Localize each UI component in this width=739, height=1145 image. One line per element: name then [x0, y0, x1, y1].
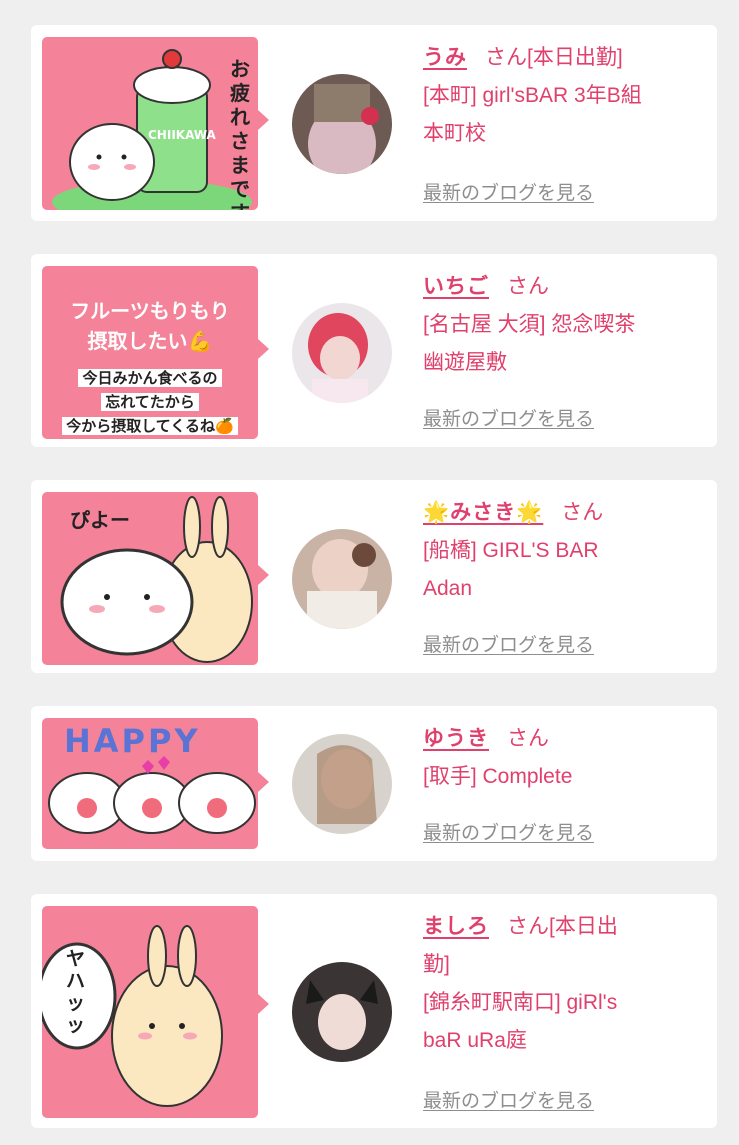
- blog-card[interactable]: CHIIKAWA お疲れさまです うみさん[本日出勤] [本町] girl'sB…: [31, 25, 717, 221]
- sticker-line: 今日みかん食べるの: [78, 369, 222, 387]
- honorific: さん: [507, 275, 549, 298]
- blog-thumbnail[interactable]: フルーツもりもり 摂取したい💪 今日みかん食べるの 忘れてたから 今から摂取して…: [42, 266, 258, 439]
- attendance-status-cont: 勤]: [423, 953, 450, 976]
- latest-blog-link[interactable]: 最新のブログを見る: [423, 818, 594, 845]
- latest-blog-link[interactable]: 最新のブログを見る: [423, 404, 594, 431]
- avatar[interactable]: [292, 303, 392, 403]
- cast-info: ゆうき さん [取手] Complete: [423, 720, 703, 796]
- honorific: さん: [507, 915, 549, 938]
- honorific: さん: [561, 501, 604, 524]
- cast-name-link[interactable]: 🌟みさき🌟: [423, 501, 543, 524]
- cast-name-link[interactable]: ましろ: [423, 915, 489, 938]
- cast-name-link[interactable]: うみ: [423, 46, 467, 69]
- avatar[interactable]: [292, 962, 392, 1062]
- thumb-pointer: [258, 339, 269, 359]
- thumb-pointer: [258, 772, 269, 792]
- latest-blog-link[interactable]: 最新のブログを見る: [423, 630, 594, 657]
- blog-thumbnail[interactable]: CHIIKAWA お疲れさまです: [42, 37, 258, 210]
- cast-info: いちご さん [名古屋 大須] 怨念喫茶 幽遊屋敷: [423, 268, 703, 382]
- attendance-status: [本日出: [549, 915, 618, 938]
- blog-card[interactable]: HAPPY ゆうき さん [取手] Complete 最新のブログを見る: [31, 706, 717, 861]
- blog-card[interactable]: フルーツもりもり 摂取したい💪 今日みかん食べるの 忘れてたから 今から摂取して…: [31, 254, 717, 447]
- avatar[interactable]: [292, 734, 392, 834]
- latest-blog-link[interactable]: 最新のブログを見る: [423, 178, 594, 205]
- shop-name: [本町] girl'sBAR 3年B組: [423, 84, 642, 107]
- honorific: さん: [485, 46, 527, 69]
- cast-info: うみ さん[本日出勤] [本町] girl'sBAR 3年B組 本町校: [423, 39, 703, 153]
- sticker-caption: ヤハッッ: [66, 948, 86, 1036]
- blog-card[interactable]: ヤハッッ ましろ さん[本日出 勤] [錦糸町駅南口] giRl's baR uR…: [31, 894, 717, 1128]
- thumb-pointer: [258, 565, 269, 585]
- shop-name: [船橋] GIRL'S BAR: [423, 539, 599, 562]
- shop-name: [取手] Complete: [423, 765, 573, 788]
- cast-info: 🌟みさき🌟 さん [船橋] GIRL'S BAR Adan: [423, 494, 703, 608]
- sticker-caption: お疲れさまです: [230, 57, 250, 210]
- blog-thumbnail[interactable]: ヤハッッ: [42, 906, 258, 1118]
- sticker-caption: ぴよー: [70, 508, 130, 532]
- sticker-line: 今から摂取してくるね🍊: [62, 417, 238, 435]
- sticker-illustration: [52, 49, 252, 210]
- sticker-line: 忘れてたから: [101, 393, 199, 411]
- blog-thumbnail[interactable]: HAPPY: [42, 718, 258, 849]
- honorific: さん: [507, 727, 549, 750]
- cast-name-link[interactable]: いちご: [423, 275, 489, 298]
- cast-info: ましろ さん[本日出 勤] [錦糸町駅南口] giRl's baR uRa庭: [423, 908, 703, 1060]
- shop-name-cont: 幽遊屋敷: [423, 351, 507, 374]
- shop-name: [名古屋 大須] 怨念喫茶: [423, 313, 636, 336]
- attendance-status: [本日出勤]: [527, 46, 623, 69]
- shop-name-cont: Adan: [423, 577, 473, 600]
- shop-name: [錦糸町駅南口] giRl's: [423, 991, 618, 1014]
- avatar[interactable]: [292, 74, 392, 174]
- avatar[interactable]: [292, 529, 392, 629]
- cup-label: CHIIKAWA: [148, 128, 216, 142]
- shop-name-cont: 本町校: [423, 122, 486, 145]
- sticker-caption: HAPPY: [64, 722, 201, 760]
- blog-card[interactable]: ぴよー 🌟みさき🌟 さん [船橋] GIRL'S BAR Adan 最新のブログを…: [31, 480, 717, 673]
- thumb-pointer: [258, 994, 269, 1014]
- blog-thumbnail[interactable]: ぴよー: [42, 492, 258, 665]
- sticker-line: フルーツもりもり: [70, 299, 230, 323]
- sticker-line: 摂取したい💪: [87, 329, 213, 353]
- cast-name-link[interactable]: ゆうき: [423, 727, 489, 750]
- shop-name-cont: baR uRa庭: [423, 1029, 527, 1052]
- latest-blog-link[interactable]: 最新のブログを見る: [423, 1086, 594, 1113]
- thumb-pointer: [258, 110, 269, 130]
